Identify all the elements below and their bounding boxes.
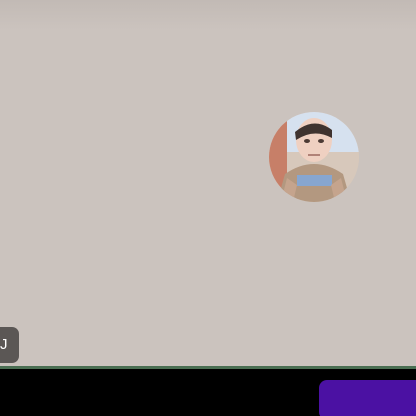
top-strip [0,0,416,30]
participant-avatar [269,112,359,202]
participant-name-chip: J [0,327,19,363]
video-call-app: J [0,0,416,416]
participant-video-tile[interactable] [0,30,416,366]
bottom-toolbar [0,369,416,416]
primary-action-button[interactable] [319,380,416,416]
